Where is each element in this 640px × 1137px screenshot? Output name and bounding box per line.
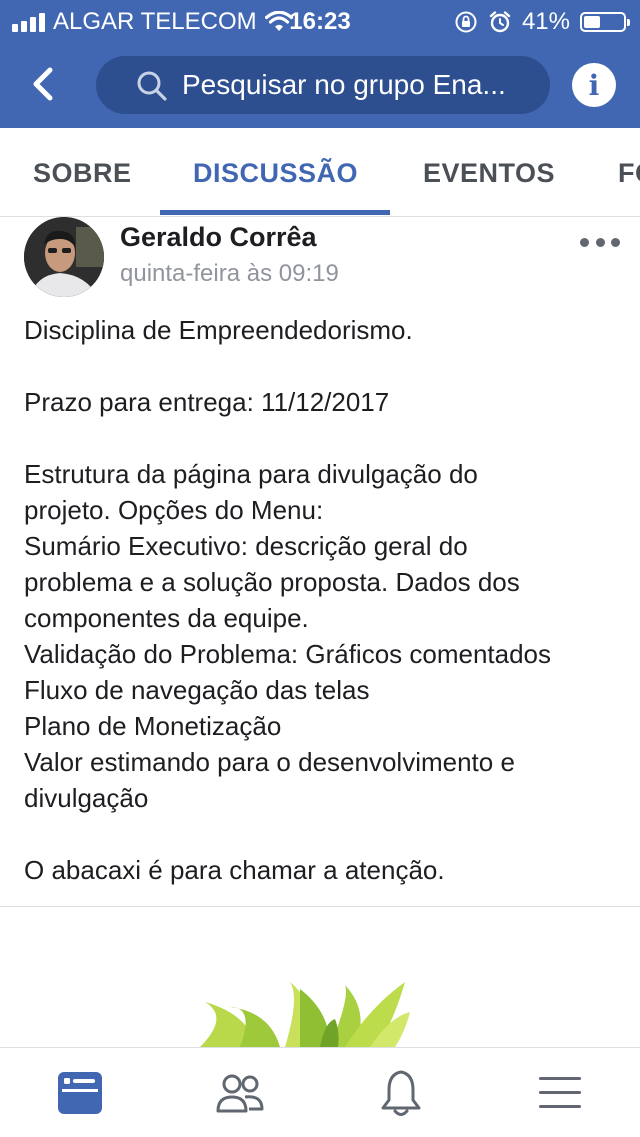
pineapple-leaves-image	[200, 982, 410, 1047]
tab-eventos[interactable]: EVENTOS	[423, 158, 555, 189]
status-bar: ALGAR TELECOM 16:23 41%	[0, 0, 640, 42]
group-search-bar[interactable]	[96, 56, 550, 114]
groups-icon	[216, 1074, 264, 1113]
post-timestamp[interactable]: quinta-feira às 09:19	[120, 260, 339, 288]
rotation-lock-icon	[455, 11, 477, 33]
bottom-navigation	[0, 1047, 640, 1137]
post-line: Fluxo de navegação das telas	[24, 675, 370, 705]
post-line: Validação do Problema: Gráficos comentad…	[24, 639, 552, 669]
alarm-icon	[489, 11, 511, 33]
app-header: ALGAR TELECOM 16:23 41% Pesquisar no gru…	[0, 0, 640, 128]
post-line: problema e a solução proposta. Dados dos	[24, 567, 520, 597]
post-line: Disciplina de Empreendedorismo.	[24, 315, 413, 345]
post-author-name[interactable]: Geraldo Corrêa	[120, 222, 317, 253]
notifications-tab[interactable]	[376, 1068, 426, 1118]
status-right: 41%	[454, 8, 630, 36]
post-line: projeto. Opções do Menu:	[24, 495, 324, 525]
groups-tab[interactable]	[215, 1068, 265, 1118]
back-button[interactable]	[22, 60, 62, 108]
menu-tab[interactable]	[535, 1068, 585, 1118]
active-tab-indicator	[160, 210, 390, 215]
search-input[interactable]	[180, 68, 524, 102]
info-icon: i	[588, 68, 600, 102]
post-line: Prazo para entrega: 11/12/2017	[24, 387, 390, 417]
tab-discussao[interactable]: DISCUSSÃO	[193, 158, 358, 189]
tab-sobre[interactable]: SOBRE	[33, 158, 132, 189]
post-line: componentes da equipe.	[24, 603, 309, 633]
tab-fotos[interactable]: FO	[618, 158, 640, 189]
notifications-bell-icon	[381, 1070, 421, 1116]
menu-icon	[539, 1077, 581, 1108]
post-line: Sumário Executivo: descrição geral do	[24, 531, 468, 561]
search-icon	[137, 71, 167, 101]
chevron-left-icon	[33, 67, 53, 101]
group-tabs: SOBRE DISCUSSÃO EVENTOS FO	[0, 128, 640, 217]
post-line: Plano de Monetização	[24, 711, 282, 741]
news-feed-icon	[58, 1072, 102, 1114]
group-info-button[interactable]: i	[572, 63, 616, 107]
post-line: divulgação	[24, 783, 149, 813]
news-feed-tab[interactable]	[55, 1068, 105, 1118]
post-blank-line	[24, 348, 624, 384]
author-avatar[interactable]	[24, 217, 104, 297]
post-line: Estrutura da página para divulgação do	[24, 459, 478, 489]
post-body: Disciplina de Empreendedorismo. Prazo par…	[24, 312, 624, 888]
post-blank-line	[24, 420, 624, 456]
post-blank-line	[24, 816, 624, 852]
post-image[interactable]	[0, 907, 640, 1047]
avatar-photo	[24, 217, 104, 297]
more-options-icon[interactable]	[580, 232, 620, 252]
post-line: O abacaxi é para chamar a atenção.	[24, 855, 445, 885]
post-line: Valor estimando para o desenvolvimento e	[24, 747, 515, 777]
battery-level-fill	[584, 16, 600, 28]
battery-percent: 41%	[521, 8, 570, 35]
battery-icon	[580, 12, 630, 32]
